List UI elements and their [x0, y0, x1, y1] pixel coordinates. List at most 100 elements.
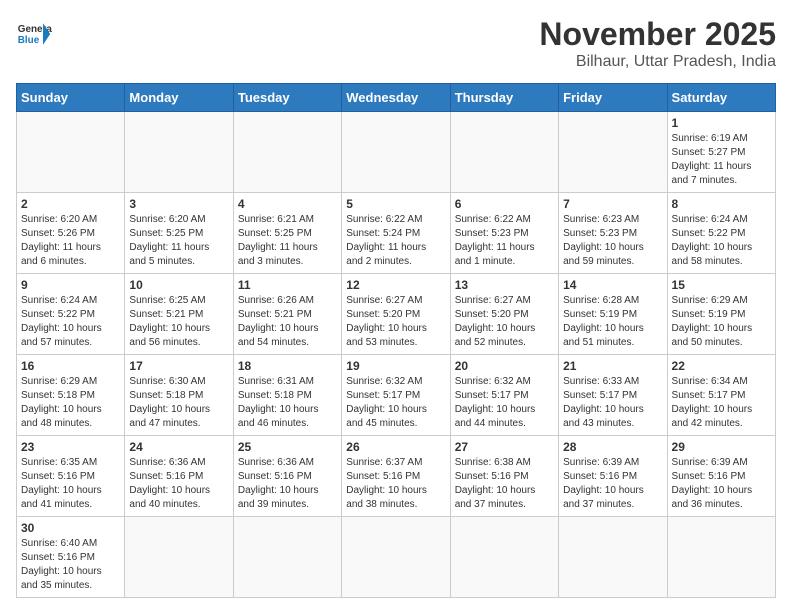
page-header: General Blue November 2025 Bilhaur, Utta…	[16, 16, 776, 71]
calendar-cell: 3Sunrise: 6:20 AM Sunset: 5:25 PM Daylig…	[125, 193, 233, 274]
location-title: Bilhaur, Uttar Pradesh, India	[539, 53, 776, 71]
calendar-week-row: 30 Sunrise: 6:40 AM Sunset: 5:16 PM Dayli…	[17, 517, 776, 598]
calendar-cell: 21 Sunrise: 6:33 AM Sunset: 5:17 PM Dayli…	[559, 355, 667, 436]
day-number: 13	[455, 278, 554, 292]
day-number: 4	[238, 197, 337, 211]
day-info: Sunrise: 6:31 AM Sunset: 5:18 PM Dayligh…	[238, 375, 337, 431]
logo: General Blue	[16, 16, 52, 52]
calendar-week-row: 2Sunrise: 6:20 AM Sunset: 5:26 PM Daylig…	[17, 193, 776, 274]
calendar-cell: 25 Sunrise: 6:36 AM Sunset: 5:16 PM Dayli…	[233, 436, 341, 517]
day-info: Sunrise: 6:20 AM Sunset: 5:26 PM Dayligh…	[21, 213, 120, 269]
calendar-cell: 30 Sunrise: 6:40 AM Sunset: 5:16 PM Dayli…	[17, 517, 125, 598]
calendar-cell: 6 Sunrise: 6:22 AM Sunset: 5:23 PM Daylig…	[450, 193, 558, 274]
calendar-cell: 20Sunrise: 6:32 AM Sunset: 5:17 PM Dayli…	[450, 355, 558, 436]
calendar-cell	[342, 112, 450, 193]
calendar-cell: 23 Sunrise: 6:35 AM Sunset: 5:16 PM Dayli…	[17, 436, 125, 517]
calendar-cell	[667, 517, 775, 598]
day-number: 6	[455, 197, 554, 211]
calendar-cell	[233, 517, 341, 598]
day-info: Sunrise: 6:36 AM Sunset: 5:16 PM Dayligh…	[129, 456, 228, 512]
weekday-header-saturday: Saturday	[667, 84, 775, 112]
calendar-week-row: 1Sunrise: 6:19 AM Sunset: 5:27 PM Daylig…	[17, 112, 776, 193]
calendar-cell: 10Sunrise: 6:25 AM Sunset: 5:21 PM Dayli…	[125, 274, 233, 355]
calendar-cell: 13 Sunrise: 6:27 AM Sunset: 5:20 PM Dayli…	[450, 274, 558, 355]
calendar-cell	[559, 517, 667, 598]
day-info: Sunrise: 6:39 AM Sunset: 5:16 PM Dayligh…	[672, 456, 771, 512]
calendar-cell	[125, 517, 233, 598]
day-number: 25	[238, 440, 337, 454]
day-number: 21	[563, 359, 662, 373]
calendar-cell: 8 Sunrise: 6:24 AM Sunset: 5:22 PM Daylig…	[667, 193, 775, 274]
calendar-table: SundayMondayTuesdayWednesdayThursdayFrid…	[16, 83, 776, 598]
day-number: 18	[238, 359, 337, 373]
calendar-cell: 16 Sunrise: 6:29 AM Sunset: 5:18 PM Dayli…	[17, 355, 125, 436]
day-info: Sunrise: 6:38 AM Sunset: 5:16 PM Dayligh…	[455, 456, 554, 512]
calendar-cell: 28 Sunrise: 6:39 AM Sunset: 5:16 PM Dayli…	[559, 436, 667, 517]
day-number: 14	[563, 278, 662, 292]
day-number: 19	[346, 359, 445, 373]
calendar-cell: 27 Sunrise: 6:38 AM Sunset: 5:16 PM Dayli…	[450, 436, 558, 517]
calendar-cell: 26Sunrise: 6:37 AM Sunset: 5:16 PM Dayli…	[342, 436, 450, 517]
calendar-cell: 15 Sunrise: 6:29 AM Sunset: 5:19 PM Dayli…	[667, 274, 775, 355]
calendar-cell: 9 Sunrise: 6:24 AM Sunset: 5:22 PM Daylig…	[17, 274, 125, 355]
calendar-cell	[233, 112, 341, 193]
calendar-cell	[342, 517, 450, 598]
day-number: 15	[672, 278, 771, 292]
day-number: 26	[346, 440, 445, 454]
day-number: 3	[129, 197, 228, 211]
day-info: Sunrise: 6:36 AM Sunset: 5:16 PM Dayligh…	[238, 456, 337, 512]
calendar-cell	[559, 112, 667, 193]
day-number: 1	[672, 116, 771, 130]
day-info: Sunrise: 6:25 AM Sunset: 5:21 PM Dayligh…	[129, 294, 228, 350]
day-info: Sunrise: 6:29 AM Sunset: 5:19 PM Dayligh…	[672, 294, 771, 350]
day-number: 27	[455, 440, 554, 454]
day-info: Sunrise: 6:22 AM Sunset: 5:23 PM Dayligh…	[455, 213, 554, 269]
day-number: 24	[129, 440, 228, 454]
calendar-cell	[17, 112, 125, 193]
calendar-cell: 24 Sunrise: 6:36 AM Sunset: 5:16 PM Dayli…	[125, 436, 233, 517]
day-number: 28	[563, 440, 662, 454]
day-number: 11	[238, 278, 337, 292]
calendar-cell: 7Sunrise: 6:23 AM Sunset: 5:23 PM Daylig…	[559, 193, 667, 274]
day-info: Sunrise: 6:29 AM Sunset: 5:18 PM Dayligh…	[21, 375, 120, 431]
calendar-cell: 12Sunrise: 6:27 AM Sunset: 5:20 PM Dayli…	[342, 274, 450, 355]
calendar-cell	[450, 112, 558, 193]
day-number: 22	[672, 359, 771, 373]
calendar-cell: 18 Sunrise: 6:31 AM Sunset: 5:18 PM Dayli…	[233, 355, 341, 436]
calendar-week-row: 23 Sunrise: 6:35 AM Sunset: 5:16 PM Dayli…	[17, 436, 776, 517]
day-number: 17	[129, 359, 228, 373]
day-info: Sunrise: 6:24 AM Sunset: 5:22 PM Dayligh…	[21, 294, 120, 350]
day-info: Sunrise: 6:35 AM Sunset: 5:16 PM Dayligh…	[21, 456, 120, 512]
day-number: 16	[21, 359, 120, 373]
calendar-cell: 22Sunrise: 6:34 AM Sunset: 5:17 PM Dayli…	[667, 355, 775, 436]
day-info: Sunrise: 6:24 AM Sunset: 5:22 PM Dayligh…	[672, 213, 771, 269]
calendar-cell: 5Sunrise: 6:22 AM Sunset: 5:24 PM Daylig…	[342, 193, 450, 274]
day-info: Sunrise: 6:27 AM Sunset: 5:20 PM Dayligh…	[455, 294, 554, 350]
day-info: Sunrise: 6:32 AM Sunset: 5:17 PM Dayligh…	[455, 375, 554, 431]
calendar-cell	[125, 112, 233, 193]
calendar-cell: 4Sunrise: 6:21 AM Sunset: 5:25 PM Daylig…	[233, 193, 341, 274]
calendar-cell: 2Sunrise: 6:20 AM Sunset: 5:26 PM Daylig…	[17, 193, 125, 274]
day-number: 9	[21, 278, 120, 292]
calendar-cell: 17Sunrise: 6:30 AM Sunset: 5:18 PM Dayli…	[125, 355, 233, 436]
calendar-cell: 29 Sunrise: 6:39 AM Sunset: 5:16 PM Dayli…	[667, 436, 775, 517]
svg-text:Blue: Blue	[18, 35, 40, 46]
day-number: 30	[21, 521, 120, 535]
day-number: 7	[563, 197, 662, 211]
weekday-header-wednesday: Wednesday	[342, 84, 450, 112]
calendar-cell	[450, 517, 558, 598]
title-area: November 2025 Bilhaur, Uttar Pradesh, In…	[539, 16, 776, 71]
day-info: Sunrise: 6:28 AM Sunset: 5:19 PM Dayligh…	[563, 294, 662, 350]
weekday-header-sunday: Sunday	[17, 84, 125, 112]
day-info: Sunrise: 6:40 AM Sunset: 5:16 PM Dayligh…	[21, 537, 120, 593]
day-info: Sunrise: 6:39 AM Sunset: 5:16 PM Dayligh…	[563, 456, 662, 512]
day-number: 29	[672, 440, 771, 454]
weekday-header-monday: Monday	[125, 84, 233, 112]
day-number: 8	[672, 197, 771, 211]
day-number: 23	[21, 440, 120, 454]
logo-icon: General Blue	[16, 16, 52, 52]
day-info: Sunrise: 6:33 AM Sunset: 5:17 PM Dayligh…	[563, 375, 662, 431]
calendar-cell: 14 Sunrise: 6:28 AM Sunset: 5:19 PM Dayli…	[559, 274, 667, 355]
day-info: Sunrise: 6:26 AM Sunset: 5:21 PM Dayligh…	[238, 294, 337, 350]
weekday-header-friday: Friday	[559, 84, 667, 112]
